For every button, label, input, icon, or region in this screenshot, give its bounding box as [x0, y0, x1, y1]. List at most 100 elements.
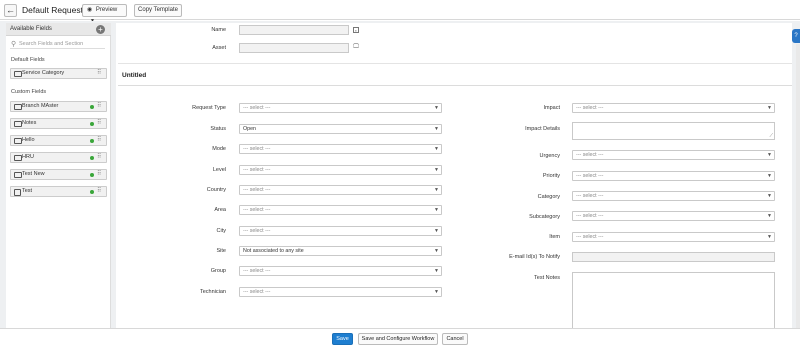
select-value: --- select ---: [576, 105, 604, 111]
field-item-hello[interactable]: Hello ⠿: [10, 135, 107, 146]
site-select[interactable]: Not associated to any site ▼: [239, 246, 442, 256]
chevron-down-icon: ▼: [767, 105, 772, 111]
email-notify-field[interactable]: [572, 252, 775, 262]
request-type-label: Request Type: [192, 105, 226, 111]
city-select[interactable]: --- select --- ▼: [239, 226, 442, 236]
drag-handle-icon[interactable]: ⠿: [97, 102, 102, 111]
field-item-notes[interactable]: Notes ⠿: [10, 118, 107, 129]
country-select[interactable]: --- select --- ▼: [239, 185, 442, 195]
save-button[interactable]: Save: [332, 333, 353, 345]
level-select[interactable]: --- select --- ▼: [239, 165, 442, 175]
help-question-icon[interactable]: ?: [792, 29, 800, 43]
drag-handle-icon[interactable]: ⠿: [97, 136, 102, 145]
category-select[interactable]: --- select --- ▼: [572, 191, 775, 201]
cancel-button[interactable]: Cancel: [442, 333, 468, 345]
search-fields-input[interactable]: [19, 39, 103, 48]
chevron-down-icon: ▼: [434, 167, 439, 173]
chevron-down-icon: ▼: [434, 126, 439, 132]
field-item-label: Hello: [22, 137, 35, 143]
chevron-down-icon: ▼: [767, 213, 772, 219]
field-item-test[interactable]: Test ⠿: [10, 186, 107, 197]
field-item-label: Service Category: [22, 70, 65, 76]
chevron-down-icon: ▼: [434, 105, 439, 111]
asset-icon[interactable]: 🖵: [353, 44, 359, 51]
default-fields-heading: Default Fields: [11, 57, 45, 63]
arrow-left-icon: ←: [6, 5, 15, 15]
drag-handle-icon[interactable]: ⠿: [97, 153, 102, 162]
chevron-down-icon: ▼: [767, 173, 772, 179]
asset-label: Asset: [212, 45, 226, 51]
section-title: Untitled: [122, 72, 147, 79]
name-label: Name: [211, 27, 226, 33]
area-select[interactable]: --- select --- ▼: [239, 205, 442, 215]
preview-label: Preview: [95, 7, 118, 13]
field-item-service-category[interactable]: Service Category ⠿: [10, 68, 107, 79]
subcategory-label: Subcategory: [529, 214, 560, 220]
select-value: --- select ---: [576, 173, 604, 179]
technician-label: Technician: [200, 289, 226, 295]
select-value: --- select ---: [243, 187, 271, 193]
scrollbar[interactable]: [796, 44, 800, 328]
item-select[interactable]: --- select --- ▼: [572, 232, 775, 242]
available-fields-title: Available Fields: [10, 26, 52, 32]
search-icon: ⚲: [11, 41, 17, 48]
impact-select[interactable]: --- select --- ▼: [572, 103, 775, 113]
drag-handle-icon[interactable]: ⠿: [97, 119, 102, 128]
select-value: Open: [243, 126, 256, 132]
status-select[interactable]: Open ▼: [239, 124, 442, 134]
add-section-icon[interactable]: +: [96, 25, 105, 34]
field-item-label: Notes: [22, 120, 37, 126]
active-status-dot: [90, 122, 94, 126]
area-label: Area: [214, 207, 226, 213]
field-item-test-new[interactable]: Test New ⠿: [10, 169, 107, 180]
email-notify-label: E-mail Id(s) To Notify: [509, 254, 560, 260]
request-type-select[interactable]: --- select --- ▼: [239, 103, 442, 113]
mode-select[interactable]: --- select --- ▼: [239, 144, 442, 154]
group-select[interactable]: --- select --- ▼: [239, 266, 442, 276]
drag-handle-icon[interactable]: ⠿: [97, 170, 102, 179]
drag-handle-icon[interactable]: ⠿: [97, 187, 102, 196]
select-value: Not associated to any site: [243, 248, 304, 254]
resize-handle-icon[interactable]: ⟋: [769, 133, 773, 139]
technician-select[interactable]: --- select --- ▼: [239, 287, 442, 297]
test-notes-label: Test Notes: [534, 275, 560, 281]
chevron-down-icon: ▼: [767, 193, 772, 199]
select-value: --- select ---: [243, 228, 271, 234]
chevron-down-icon: ▼: [767, 234, 772, 240]
page-title: Default Request: [22, 5, 83, 15]
test-notes-textarea[interactable]: [572, 272, 775, 328]
contact-icon[interactable]: ▪: [353, 27, 359, 33]
field-type-icon: [14, 189, 21, 196]
urgency-select[interactable]: --- select --- ▼: [572, 150, 775, 160]
field-type-icon: [14, 104, 22, 110]
custom-fields-heading: Custom Fields: [11, 89, 47, 95]
priority-label: Priority: [542, 173, 560, 179]
urgency-label: Urgency: [539, 153, 560, 159]
back-button[interactable]: ←: [4, 4, 17, 17]
field-type-icon: [14, 155, 22, 161]
drag-handle-icon[interactable]: ⠿: [97, 69, 102, 78]
select-value: --- select ---: [243, 268, 271, 274]
select-value: --- select ---: [243, 105, 271, 111]
field-item-hru[interactable]: HRU ⠿: [10, 152, 107, 163]
preview-button[interactable]: ◉ Preview ▼: [82, 4, 127, 24]
item-label: Item: [549, 234, 560, 240]
active-status-dot: [90, 190, 94, 194]
level-label: Level: [212, 167, 226, 173]
subcategory-select[interactable]: --- select --- ▼: [572, 211, 775, 221]
chevron-down-icon: ▼: [767, 152, 772, 158]
save-and-configure-workflow-button[interactable]: Save and Configure Workflow: [358, 333, 438, 345]
name-field[interactable]: [239, 25, 349, 35]
impact-details-textarea[interactable]: ⟋: [572, 122, 775, 140]
active-status-dot: [90, 105, 94, 109]
select-value: --- select ---: [576, 234, 604, 240]
field-item-branch-master[interactable]: Branch MAster ⠿: [10, 101, 107, 112]
active-status-dot: [90, 173, 94, 177]
copy-template-button[interactable]: Copy Template: [134, 4, 182, 17]
field-item-label: Branch MAster: [22, 103, 59, 109]
priority-select[interactable]: --- select --- ▼: [572, 171, 775, 181]
field-type-icon: [14, 121, 22, 127]
asset-field[interactable]: [239, 43, 349, 53]
field-type-icon: [14, 172, 22, 178]
country-label: Country: [206, 187, 226, 193]
